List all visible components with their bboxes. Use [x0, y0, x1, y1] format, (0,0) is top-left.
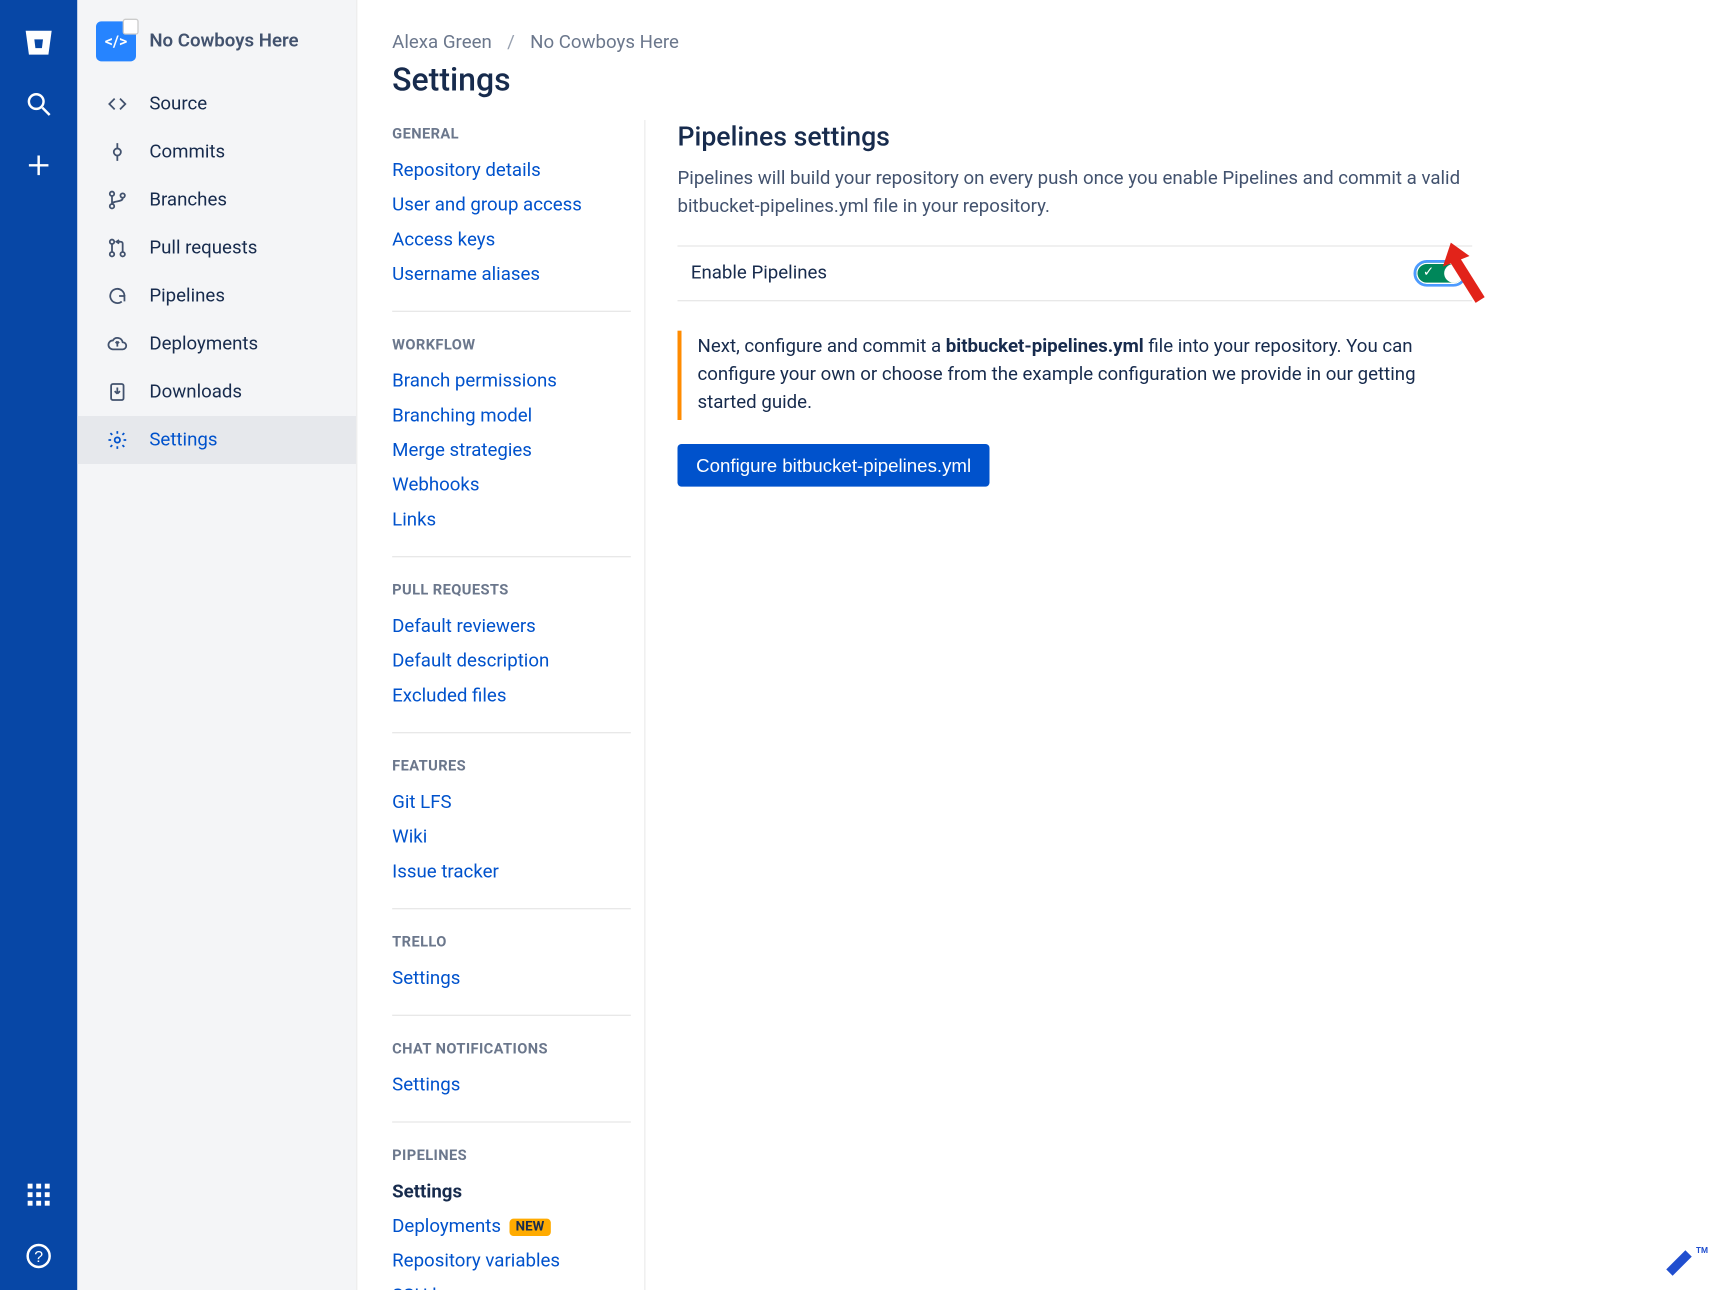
- global-nav: ?: [0, 0, 77, 1290]
- settings-link-ssh-keys[interactable]: SSH keys: [392, 1279, 631, 1290]
- sidebar-item-source[interactable]: Source: [77, 80, 356, 128]
- corner-logo-icon: TM: [1662, 1246, 1708, 1284]
- settings-link-excluded-files[interactable]: Excluded files: [392, 679, 631, 714]
- settings-group-pipelines: PIPELINES: [392, 1147, 631, 1164]
- settings-link-links[interactable]: Links: [392, 503, 631, 538]
- settings-group-workflow: WORKFLOW: [392, 336, 631, 353]
- breadcrumb: Alexa Green / No Cowboys Here: [392, 32, 1685, 53]
- settings-group-general: GENERAL: [392, 125, 631, 142]
- cycle-icon: [101, 280, 133, 312]
- settings-link-issue-tracker[interactable]: Issue tracker: [392, 855, 631, 890]
- panel-description: Pipelines will build your repository on …: [677, 165, 1472, 221]
- settings-link-repository-variables[interactable]: Repository variables: [392, 1244, 631, 1279]
- callout-filename: bitbucket-pipelines.yml: [946, 336, 1144, 357]
- settings-link-access-keys[interactable]: Access keys: [392, 223, 631, 258]
- cloud-icon: [101, 328, 133, 360]
- repo-name: No Cowboys Here: [149, 31, 298, 52]
- settings-group-chat: CHAT NOTIFICATIONS: [392, 1040, 631, 1057]
- settings-nav: GENERAL Repository detailsUser and group …: [392, 120, 645, 1290]
- download-icon: [101, 376, 133, 408]
- gear-icon: [101, 424, 133, 456]
- code-icon: [101, 88, 133, 120]
- settings-group-pull_requests: PULL REQUESTS: [392, 581, 631, 598]
- bitbucket-logo-icon[interactable]: [12, 16, 65, 69]
- svg-text:?: ?: [34, 1248, 43, 1265]
- settings-body: Pipelines settings Pipelines will build …: [645, 120, 1472, 1290]
- enable-pipelines-toggle[interactable]: ✓: [1413, 260, 1466, 287]
- page-title: Settings: [392, 61, 1685, 98]
- pr-icon: [101, 232, 133, 264]
- breadcrumb-owner[interactable]: Alexa Green: [392, 32, 492, 53]
- sidebar-item-settings[interactable]: Settings: [77, 416, 356, 464]
- branch-icon: [101, 184, 133, 216]
- breadcrumb-repo[interactable]: No Cowboys Here: [530, 32, 679, 53]
- sidebar-item-commits[interactable]: Commits: [77, 128, 356, 176]
- settings-link-username-aliases[interactable]: Username aliases: [392, 257, 631, 292]
- sidebar-item-label: Source: [149, 93, 207, 114]
- settings-link-wiki[interactable]: Wiki: [392, 820, 631, 855]
- sidebar-item-label: Settings: [149, 429, 217, 450]
- settings-link-user-and-group-access[interactable]: User and group access: [392, 188, 631, 223]
- settings-link-default-reviewers[interactable]: Default reviewers: [392, 609, 631, 644]
- settings-link-branching-model[interactable]: Branching model: [392, 399, 631, 434]
- enable-pipelines-row: Enable Pipelines ✓: [677, 245, 1472, 301]
- sidebar-item-label: Pull requests: [149, 237, 257, 258]
- settings-link-branch-permissions[interactable]: Branch permissions: [392, 364, 631, 399]
- sidebar-item-label: Branches: [149, 189, 227, 210]
- callout-text: Next, configure and commit a: [697, 336, 945, 357]
- sidebar-item-label: Pipelines: [149, 285, 225, 306]
- apps-icon[interactable]: [12, 1167, 65, 1220]
- commit-icon: [101, 136, 133, 168]
- search-icon[interactable]: [12, 77, 65, 130]
- main-content: Alexa Green / No Cowboys Here Settings G…: [357, 0, 1720, 1290]
- sidebar-item-branches[interactable]: Branches: [77, 176, 356, 224]
- panel-title: Pipelines settings: [677, 120, 1472, 152]
- sidebar-item-label: Commits: [149, 141, 225, 162]
- repo-sidebar: </> No Cowboys Here Source Commits Branche…: [77, 0, 357, 1290]
- configure-callout: Next, configure and commit a bitbucket-p…: [677, 331, 1472, 420]
- settings-link-merge-strategies[interactable]: Merge strategies: [392, 433, 631, 468]
- configure-pipelines-button[interactable]: Configure bitbucket-pipelines.yml: [677, 444, 989, 487]
- sidebar-item-label: Downloads: [149, 381, 242, 402]
- settings-group-features: FEATURES: [392, 757, 631, 774]
- create-icon[interactable]: [12, 139, 65, 192]
- settings-link-default-description[interactable]: Default description: [392, 644, 631, 679]
- settings-link-git-lfs[interactable]: Git LFS: [392, 785, 631, 820]
- sidebar-item-deployments[interactable]: Deployments: [77, 320, 356, 368]
- settings-group-trello: TRELLO: [392, 933, 631, 950]
- check-icon: ✓: [1423, 265, 1434, 281]
- settings-link-settings[interactable]: Settings: [392, 1175, 631, 1210]
- settings-link-repository-details[interactable]: Repository details: [392, 153, 631, 188]
- help-icon[interactable]: ?: [12, 1229, 65, 1282]
- sidebar-item-downloads[interactable]: Downloads: [77, 368, 356, 416]
- sidebar-item-pull-requests[interactable]: Pull requests: [77, 224, 356, 272]
- settings-link-webhooks[interactable]: Webhooks: [392, 468, 631, 503]
- sidebar-item-pipelines[interactable]: Pipelines: [77, 272, 356, 320]
- repo-avatar-icon: </>: [96, 21, 136, 61]
- sidebar-item-label: Deployments: [149, 333, 258, 354]
- settings-link-settings[interactable]: Settings: [392, 1068, 631, 1103]
- settings-link-deployments[interactable]: DeploymentsNEW: [392, 1209, 631, 1244]
- enable-pipelines-label: Enable Pipelines: [691, 263, 827, 284]
- new-badge: NEW: [509, 1219, 551, 1236]
- settings-link-settings[interactable]: Settings: [392, 961, 631, 996]
- repo-header[interactable]: </> No Cowboys Here: [77, 21, 356, 80]
